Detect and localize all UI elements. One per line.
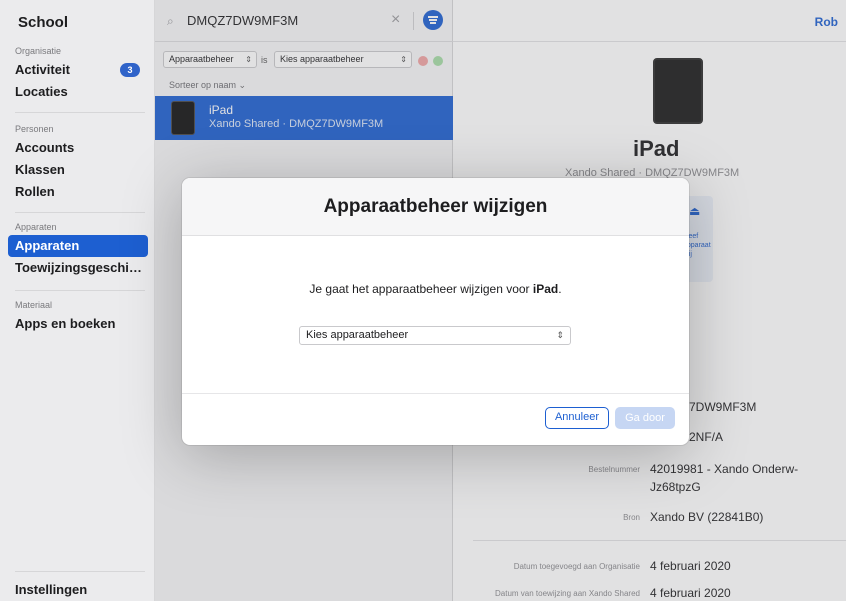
message-device: iPad <box>532 282 559 296</box>
dialog-header: Apparaatbeheer wijzigen <box>182 178 689 236</box>
sidebar-item-rollen[interactable]: Rollen <box>0 181 148 203</box>
sidebar-item-locaties[interactable]: Locaties <box>0 81 148 103</box>
divider <box>15 112 145 113</box>
sidebar-item-klassen[interactable]: Klassen <box>0 159 148 181</box>
section-materiaal: Materiaal Apps en boeken <box>0 300 155 335</box>
sidebar-item-apparaten[interactable]: Apparaten <box>8 235 148 257</box>
count-badge: 3 <box>120 63 140 77</box>
sidebar-item-label: Apparaten <box>15 238 80 253</box>
sidebar-item-apps-en-boeken[interactable]: Apps en boeken <box>0 313 148 335</box>
chevron-icon: ⇕ <box>556 330 564 340</box>
message-prefix: Je gaat het apparaatbeheer wijzigen voor <box>309 282 533 296</box>
sidebar: School Organisatie Activiteit 3 Locaties… <box>0 0 155 601</box>
section-title: Materiaal <box>15 300 53 310</box>
sidebar-item-label: Activiteit <box>15 62 70 77</box>
dialog-title: Apparaatbeheer wijzigen <box>323 196 548 217</box>
sidebar-item-label: Klassen <box>15 162 65 177</box>
section-title: Personen <box>15 124 54 134</box>
divider <box>15 571 145 572</box>
divider <box>15 290 145 291</box>
section-title: Organisatie <box>15 46 62 56</box>
sidebar-item-toewijzingsgeschiedenis[interactable]: Toewijzingsgeschied... <box>0 257 148 279</box>
sidebar-item-label: Apps en boeken <box>15 316 116 331</box>
continue-button[interactable]: Ga door <box>615 407 675 429</box>
management-select[interactable]: Kies apparaatbeheer ⇕ <box>299 326 571 345</box>
sidebar-item-activiteit[interactable]: Activiteit 3 <box>0 59 148 81</box>
sidebar-item-label: Locaties <box>15 84 68 99</box>
divider <box>15 212 145 213</box>
section-organisatie: Organisatie Activiteit 3 Locaties <box>0 46 155 103</box>
settings-link[interactable]: Instellingen <box>15 582 87 597</box>
section-title: Apparaten <box>15 222 57 232</box>
management-select-value: Kies apparaatbeheer <box>306 329 409 341</box>
sidebar-item-label: Rollen <box>15 184 55 199</box>
brand-label: School <box>18 14 69 31</box>
sidebar-item-label: Toewijzingsgeschied... <box>15 260 148 275</box>
change-management-dialog: Apparaatbeheer wijzigen Je gaat het appa… <box>182 178 689 445</box>
divider <box>182 393 689 394</box>
section-personen: Personen Accounts Klassen Rollen <box>0 124 155 203</box>
sidebar-item-accounts[interactable]: Accounts <box>0 137 148 159</box>
message-suffix: . <box>558 282 562 296</box>
dialog-message: Je gaat het apparaatbeheer wijzigen voor… <box>182 282 689 296</box>
sidebar-item-label: Accounts <box>15 140 75 155</box>
brand: School <box>14 14 68 31</box>
section-apparaten: Apparaten Apparaten Toewijzingsgeschied.… <box>0 222 155 279</box>
cancel-button[interactable]: Annuleer <box>545 407 609 429</box>
